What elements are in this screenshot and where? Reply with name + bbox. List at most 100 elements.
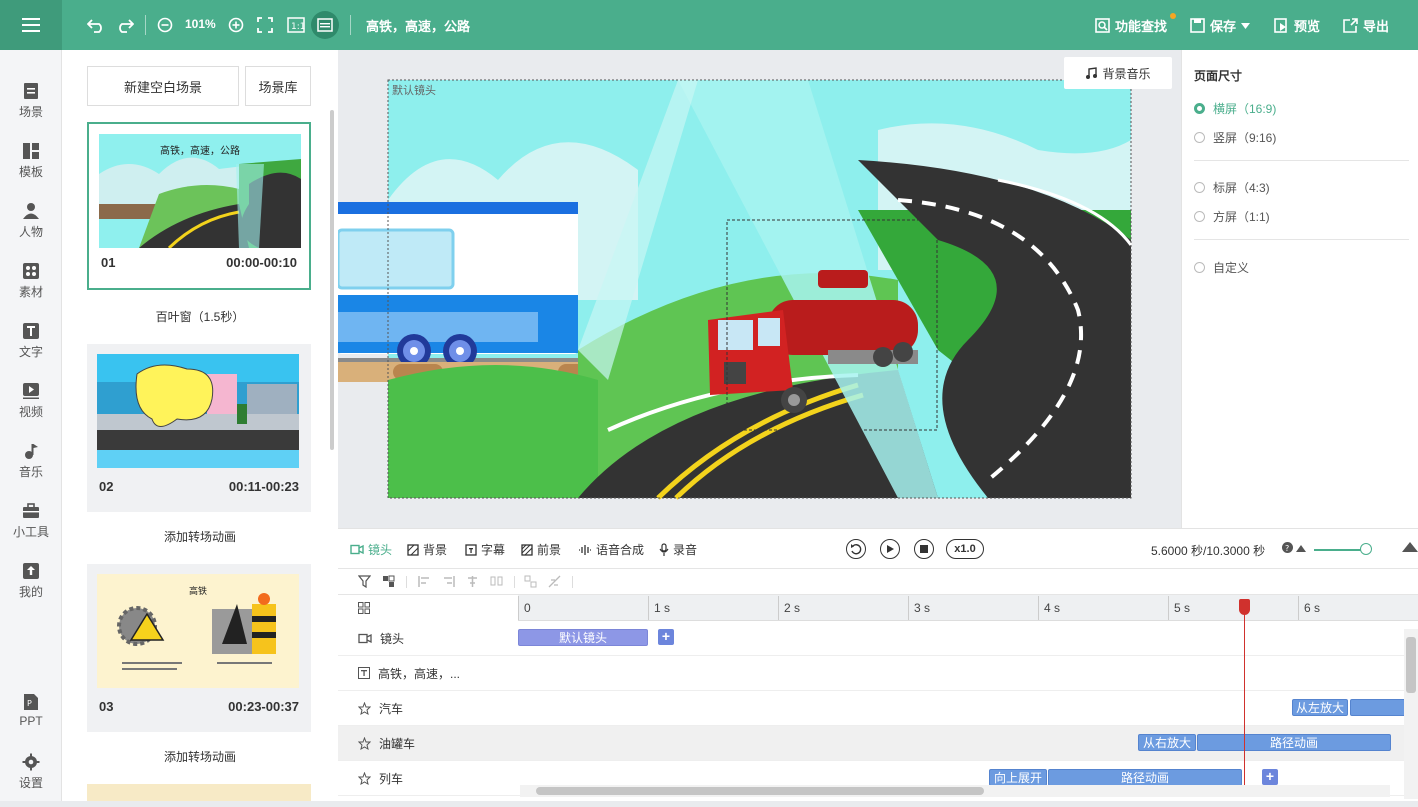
fullscreen-icon[interactable] <box>255 13 275 37</box>
tab-camera[interactable]: 镜头 <box>350 541 392 558</box>
layer-icon[interactable] <box>382 575 395 588</box>
background-music-button[interactable]: 背景音乐 <box>1064 57 1172 89</box>
left-nav: 场景 模板 人物 素材 文字 视频 音乐 小工具 我的 P PPT 设置 <box>0 50 62 801</box>
save-button[interactable]: 保存 <box>1190 16 1251 35</box>
scene-thumbnail: 高铁 <box>97 574 299 688</box>
align-center-icon[interactable] <box>466 575 479 588</box>
timeline-horizontal-scrollbar[interactable] <box>520 785 1390 797</box>
track-row-camera: 默认镜头 + <box>518 621 1408 656</box>
tab-foreground[interactable]: 前景 <box>521 541 561 558</box>
tab-subtitle[interactable]: 字幕 <box>465 541 505 558</box>
camera-icon <box>358 633 372 643</box>
clip-zoom-from-right[interactable]: 从右放大 <box>1138 734 1196 751</box>
nav-mine[interactable]: 我的 <box>0 562 62 616</box>
scene-thumbnail-title: 高铁 <box>188 587 207 597</box>
ungroup-icon[interactable] <box>548 575 561 588</box>
time-ruler[interactable]: 0 1 s 2 s 3 s 4 s 5 s 6 s <box>518 595 1418 621</box>
help-icon[interactable]: ? <box>1282 542 1293 553</box>
radio-landscape-16-9[interactable]: 横屏（16:9) <box>1194 100 1276 117</box>
subtitle-toggle-icon[interactable] <box>311 11 339 39</box>
add-animation-button[interactable]: + <box>1262 769 1278 785</box>
track-head-title-text[interactable]: 高铁，高速，... <box>338 656 518 691</box>
upload-icon <box>23 563 39 579</box>
filter-icon[interactable] <box>358 575 371 588</box>
align-right-icon[interactable] <box>442 575 455 588</box>
tab-recording[interactable]: 录音 <box>659 541 697 558</box>
distribute-icon[interactable] <box>490 575 503 588</box>
nav-toolbox[interactable]: 小工具 <box>0 502 62 556</box>
scene-card-01[interactable]: 高铁，高速，公路 01 00:00-00:10 <box>87 122 311 290</box>
scrollbar-thumb[interactable] <box>536 787 984 795</box>
track-head-car[interactable]: 汽车 <box>338 691 518 726</box>
scrollbar-thumb[interactable] <box>1406 637 1416 693</box>
radio-standard-4-3[interactable]: 标屏（4:3) <box>1194 179 1270 196</box>
scene-card-02[interactable]: 02 00:11-00:23 <box>87 344 311 512</box>
nav-material[interactable]: 素材 <box>0 262 62 316</box>
undo-icon[interactable] <box>85 13 107 37</box>
transition-label-03[interactable]: 添加转场动画 <box>62 748 338 765</box>
scenes-scrollbar[interactable] <box>330 110 334 450</box>
video-icon <box>23 383 39 399</box>
stop-button[interactable] <box>914 539 934 559</box>
playhead-handle[interactable] <box>1239 599 1250 615</box>
clip-default-camera[interactable]: 默认镜头 <box>518 629 648 646</box>
redo-icon[interactable] <box>114 13 136 37</box>
subtitle-icon <box>465 543 477 556</box>
preview-button[interactable]: 预览 <box>1274 16 1320 35</box>
zoom-level: 101% <box>185 17 216 31</box>
replay-button[interactable] <box>846 539 866 559</box>
nav-settings[interactable]: 设置 <box>0 753 62 807</box>
clip-zoom-from-left[interactable]: 从左放大 <box>1292 699 1348 716</box>
timeline-tabs: 镜头 背景 字幕 前景 语音合成 录音 x1.0 5.6000 秒/10.300… <box>338 529 1418 569</box>
nav-template[interactable]: 模板 <box>0 142 62 196</box>
transition-label-01[interactable]: 百叶窗（1.5秒） <box>62 308 338 325</box>
caret-down-icon <box>1241 22 1251 29</box>
timeline-vertical-scrollbar[interactable] <box>1404 629 1418 799</box>
feature-search-button[interactable]: 功能查找 <box>1095 16 1167 35</box>
tab-speech-synthesis[interactable]: 语音合成 <box>578 541 644 558</box>
zoom-out-icon[interactable] <box>155 13 175 37</box>
nav-video[interactable]: 视频 <box>0 382 62 436</box>
scene-card-04[interactable] <box>87 784 311 801</box>
clip-path-animation[interactable]: 路径动画 <box>1048 769 1242 786</box>
add-camera-button[interactable]: + <box>658 629 674 645</box>
person-icon <box>23 203 39 219</box>
zoom-out-mountain-icon[interactable] <box>1296 545 1306 552</box>
scene-library-button[interactable]: 场景库 <box>245 66 311 106</box>
menu-button[interactable] <box>0 0 62 50</box>
tab-background[interactable]: 背景 <box>407 541 447 558</box>
nav-ppt[interactable]: P PPT <box>0 693 62 747</box>
nav-scene[interactable]: 场景 <box>0 82 62 136</box>
clip-car-animation[interactable] <box>1350 699 1408 716</box>
grid-icon[interactable] <box>358 602 370 614</box>
scene-canvas[interactable] <box>338 50 1181 528</box>
track-head-tanker[interactable]: 油罐车 <box>338 726 518 761</box>
group-icon[interactable] <box>524 575 537 588</box>
clip-path-animation[interactable]: 路径动画 <box>1197 734 1391 751</box>
nav-text[interactable]: 文字 <box>0 322 62 376</box>
nav-music[interactable]: 音乐 <box>0 442 62 496</box>
timeline-zoom-knob[interactable] <box>1360 543 1372 555</box>
star-icon <box>358 701 371 715</box>
track-head-camera[interactable]: 镜头 <box>338 621 518 656</box>
zoom-in-icon[interactable] <box>226 13 246 37</box>
export-button[interactable]: 导出 <box>1343 16 1389 35</box>
scene-card-03[interactable]: 高铁 03 00:23-00:37 <box>87 564 311 732</box>
radio-square-1-1[interactable]: 方屏（1:1) <box>1194 208 1270 225</box>
transition-label-02[interactable]: 添加转场动画 <box>62 528 338 545</box>
new-blank-scene-button[interactable]: 新建空白场景 <box>87 66 239 106</box>
scene-number: 02 <box>99 479 114 494</box>
playhead-line[interactable] <box>1244 599 1245 789</box>
actual-size-icon[interactable]: 1:1 <box>286 13 306 37</box>
zoom-in-mountain-icon[interactable] <box>1402 542 1418 552</box>
toolbox-icon <box>23 503 39 518</box>
playback-speed-button[interactable]: x1.0 <box>946 539 984 559</box>
export-icon <box>1343 18 1358 33</box>
align-left-icon[interactable] <box>418 575 431 588</box>
clip-expand-up[interactable]: 向上展开 <box>989 769 1047 786</box>
track-head-train[interactable]: 列车 <box>338 761 518 796</box>
radio-portrait-9-16[interactable]: 竖屏（9:16) <box>1194 129 1276 146</box>
play-button[interactable] <box>880 539 900 559</box>
nav-person[interactable]: 人物 <box>0 202 62 256</box>
radio-custom[interactable]: 自定义 <box>1194 259 1249 276</box>
